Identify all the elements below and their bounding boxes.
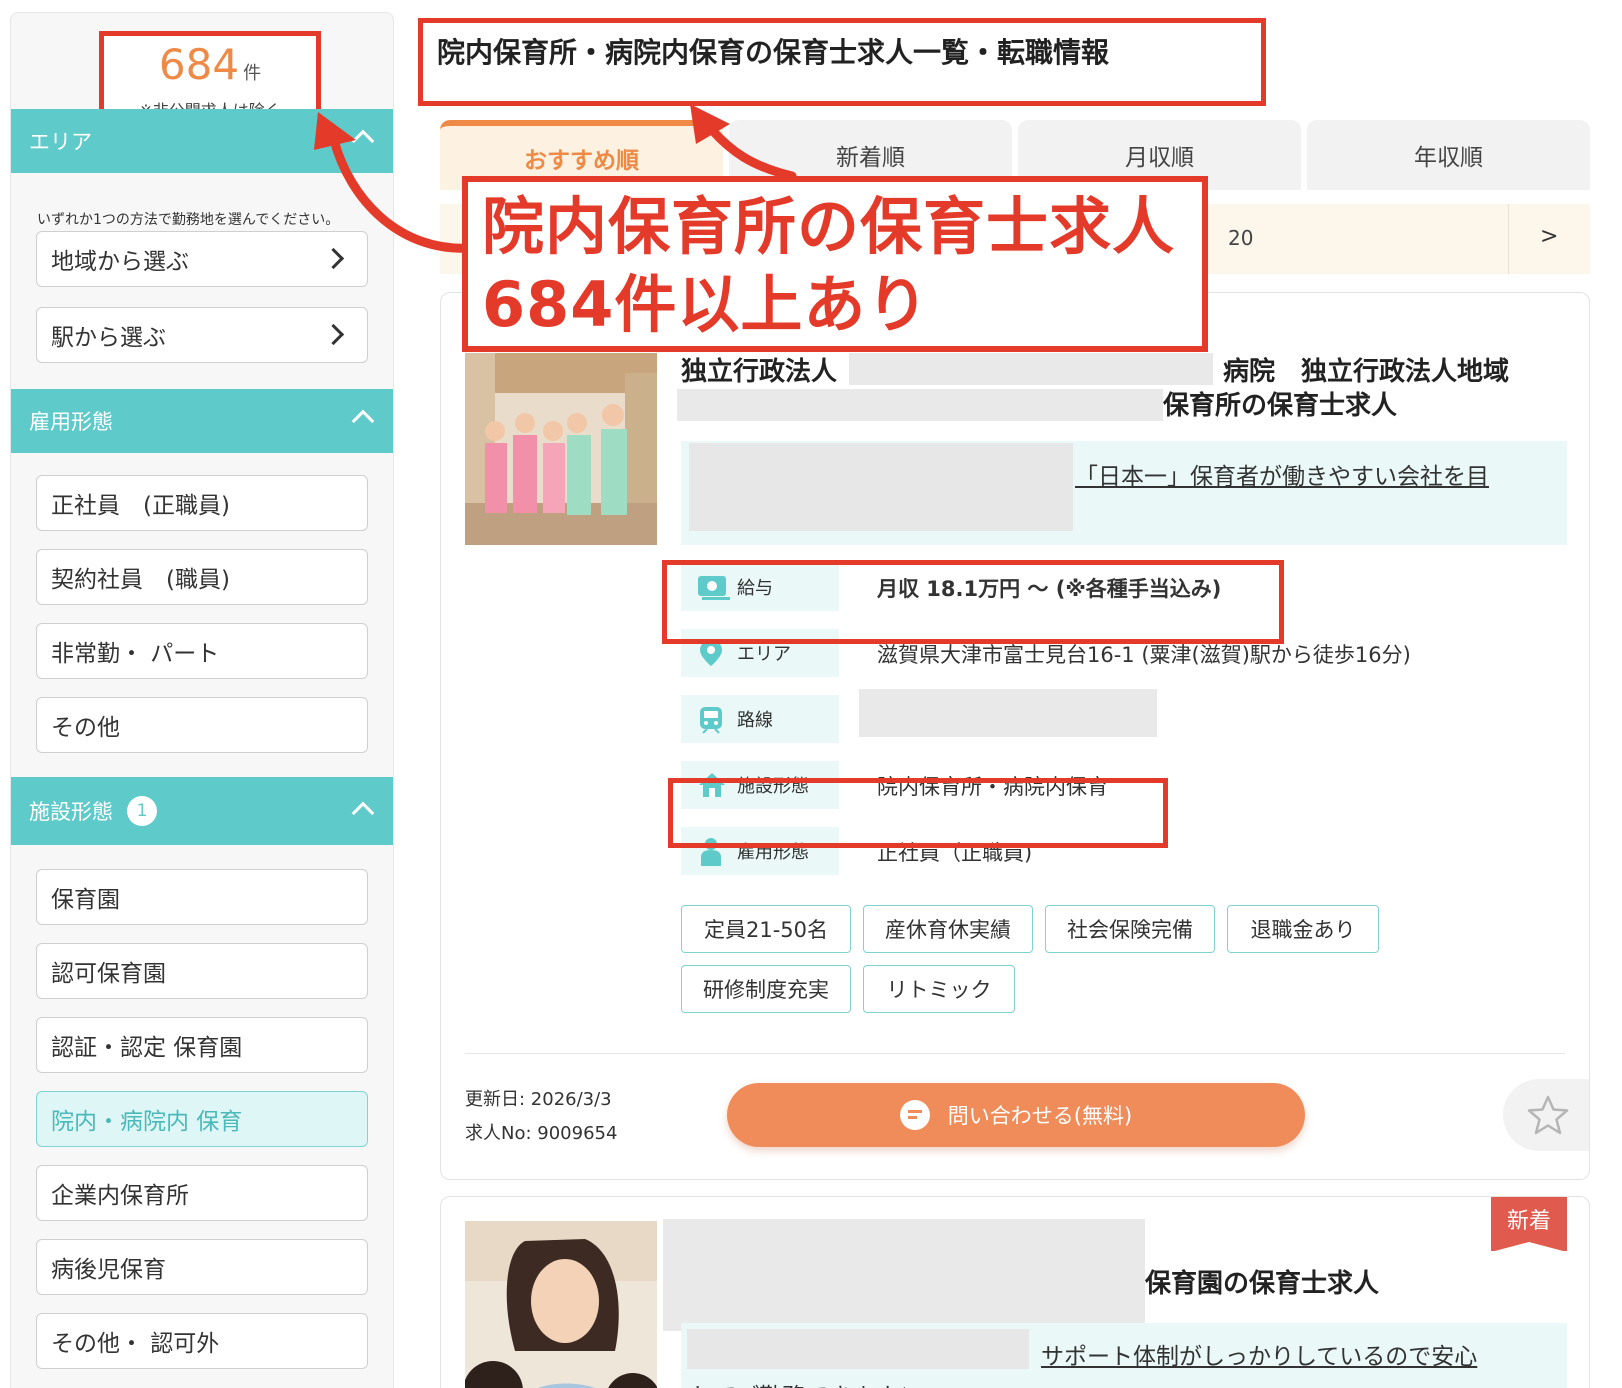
annotation-line-1: 院内保育所の保育士求人 <box>482 190 1176 263</box>
annotation-callout: 院内保育所の保育士求人 684件以上あり <box>462 176 1208 352</box>
annotation-line-2: 684件以上あり <box>482 268 930 341</box>
